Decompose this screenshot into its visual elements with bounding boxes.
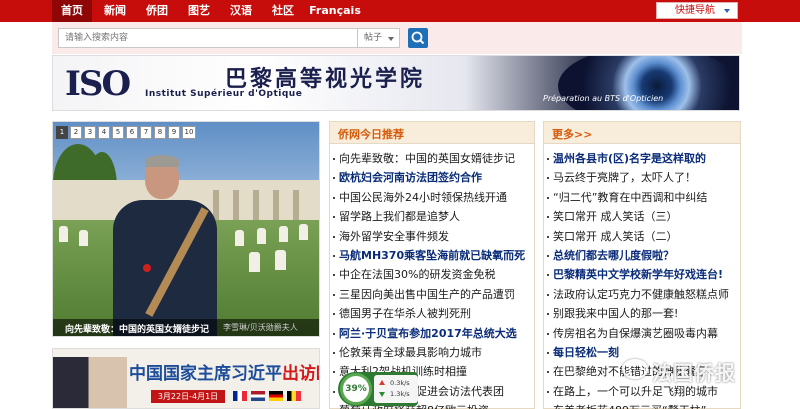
ad-date: 3月22日-4月1日 (151, 390, 225, 403)
speed-percent: 39% (340, 373, 372, 405)
upload-arrow-icon (379, 380, 385, 385)
news-item[interactable]: 巴黎精英中文学校新学年好戏连台! (544, 265, 740, 284)
news-item[interactable]: 海外留学安全事件频发 (330, 227, 534, 246)
search-scope-label: 帖子 (364, 33, 383, 43)
today-recommend-column: 侨网今日推荐 向先辈致敬：中国的英国女婿徒步记 欧杭妇会河南访法团签约合作 中国公民… (329, 121, 535, 409)
ad-title-blue: 中国国家主席习近平 (129, 364, 282, 384)
search-icon (411, 31, 425, 45)
slide-headstone (249, 252, 260, 272)
chevron-down-icon (724, 9, 730, 13)
pager-page[interactable]: 7 (140, 126, 152, 139)
slide-headstone (257, 228, 266, 244)
pager-page[interactable]: 10 (182, 126, 196, 139)
pager-page[interactable]: 6 (126, 126, 138, 139)
download-arrow-icon (379, 392, 385, 397)
slide-headstone (79, 230, 88, 246)
more-link[interactable]: 更多>> (552, 126, 592, 142)
slide-headstone (59, 226, 68, 242)
flag-icon (251, 391, 265, 401)
news-item[interactable]: 东美老板花489万元买“鹜天柱” (544, 401, 740, 409)
news-list: 向先辈致敬：中国的英国女婿徒步记 欧杭妇会河南访法团签约合作 中国公民海外24小时领… (330, 149, 534, 409)
news-item[interactable]: 三星因向美出售中国生产的产品遭罚 (330, 285, 534, 304)
news-item[interactable]: 欧杭妇会河南访法团签约合作 (330, 168, 534, 187)
news-item[interactable]: 笑口常开 成人笑话（三） (544, 207, 740, 226)
quick-nav-dropdown[interactable]: 快捷导航 (656, 2, 738, 19)
search-button[interactable] (408, 28, 428, 48)
news-item[interactable]: 笑口常开 成人笑话（二） (544, 227, 740, 246)
slide-man-hair (145, 155, 179, 167)
news-item[interactable]: 传房祖名为自保爆演艺圈吸毒内幕 (544, 324, 740, 343)
upload-speed: 0.3k/s (390, 379, 410, 387)
news-item[interactable]: 法政府认定巧克力不健康触怒糕点师 (544, 285, 740, 304)
news-item[interactable]: 德国男子在华杀人被判死刑 (330, 304, 534, 323)
slide-poppy (143, 264, 151, 272)
pager-page[interactable]: 2 (70, 126, 82, 139)
slide-headstone (275, 250, 286, 270)
news-item[interactable]: 总统们都去哪儿度假啦？ (544, 246, 740, 265)
iso-banner-ad[interactable]: ISO Institut Supérieur d'Optique 巴黎高等视光学… (52, 55, 740, 111)
news-item[interactable]: 留学路上我们都是追梦人 (330, 207, 534, 226)
banner-title: 巴黎高等视光学院 (225, 67, 426, 92)
search-input[interactable] (58, 28, 358, 48)
slide-caption[interactable]: 向先辈致敬：中国的英国女婿徒步记 (65, 322, 209, 335)
slide-credit: 李雪琳/贝沃勋爵夫人 (223, 323, 298, 332)
flag-icon (287, 391, 301, 401)
news-item[interactable]: 中国公民海外24小时领保热线开通 (330, 188, 534, 207)
banner-logo: ISO (65, 64, 131, 104)
slide-headstone (235, 230, 244, 246)
slide-column (293, 190, 299, 220)
pager-page[interactable]: 1 (56, 126, 68, 139)
news-item[interactable]: 马航MH370乘客坠海前就已缺氧而死 (330, 246, 534, 265)
nav-news[interactable]: 新闻 (96, 0, 134, 22)
column-header: 更多>> (544, 122, 740, 144)
news-item[interactable]: 马云终于亮牌了，太吓人了！ (544, 168, 740, 187)
chevron-down-icon (388, 37, 394, 41)
nav-chinese[interactable]: 汉语 (222, 0, 260, 22)
news-item[interactable]: 向先辈致敬：中国的英国女婿徒步记 (330, 149, 534, 168)
pager-page[interactable]: 4 (98, 126, 110, 139)
slide-headstone (279, 226, 288, 242)
xi-visit-europe-ad[interactable]: 中国国家主席习近平出访欧洲 3月22日-4月1日 (52, 348, 320, 409)
slide-column (273, 190, 279, 220)
quick-nav-label: 快捷导航 (675, 5, 715, 16)
news-item[interactable]: 阿兰·于贝宣布参加2017年总统大选 (330, 324, 534, 343)
news-item[interactable]: “归二代”教育在中西调和中纠结 (544, 188, 740, 207)
nav-art[interactable]: 图艺 (180, 0, 218, 22)
featured-slideshow[interactable]: 1 2 3 4 5 6 7 8 9 10 向先辈致敬：中国的英国女婿徒步记 李雪… (52, 121, 320, 337)
wechat-icon (622, 359, 648, 379)
search-scope-select[interactable]: 帖子 (358, 28, 400, 48)
flag-icon (269, 391, 283, 401)
watermark-text: 法国侨报 (652, 361, 736, 385)
ad-title-red: 出访欧洲 (282, 364, 319, 384)
nav-community[interactable]: 社区 (264, 0, 302, 22)
news-item[interactable]: 伦敦莱青全球最具影响力城市 (330, 343, 534, 362)
nav-francais[interactable]: Français (306, 0, 364, 22)
ad-photo (53, 357, 127, 408)
slide-column (233, 190, 239, 220)
slide-column (253, 190, 259, 220)
column-title[interactable]: 侨网今日推荐 (338, 126, 404, 142)
news-item[interactable]: 温州各县市(区)名字是这样取的 (544, 149, 740, 168)
column-header: 侨网今日推荐 (330, 122, 534, 144)
banner-tagline: Préparation au BTS d'Opticien (543, 94, 664, 103)
top-nav: 首页 新闻 侨团 图艺 汉语 社区 Français 快捷导航 (0, 0, 800, 22)
news-item[interactable]: 中企在法国30%的研发资金免税 (330, 265, 534, 284)
flag-icon (233, 391, 247, 401)
pager-page[interactable]: 5 (112, 126, 124, 139)
slide-headstone (299, 224, 308, 240)
nav-associations[interactable]: 侨团 (138, 0, 176, 22)
nav-home[interactable]: 首页 (52, 0, 92, 22)
ad-title: 中国国家主席习近平出访欧洲 (129, 359, 319, 384)
slide-column (213, 190, 219, 220)
watermark: 法国侨报 (618, 356, 788, 385)
pager-page[interactable]: 8 (154, 126, 166, 139)
news-item[interactable]: 别跟我来中国人的那一套! (544, 304, 740, 323)
speed-panel: 0.3k/s 1.3k/s (374, 375, 418, 403)
pager-page[interactable]: 3 (84, 126, 96, 139)
pager-page[interactable]: 9 (168, 126, 180, 139)
download-speed: 1.3k/s (390, 390, 410, 398)
